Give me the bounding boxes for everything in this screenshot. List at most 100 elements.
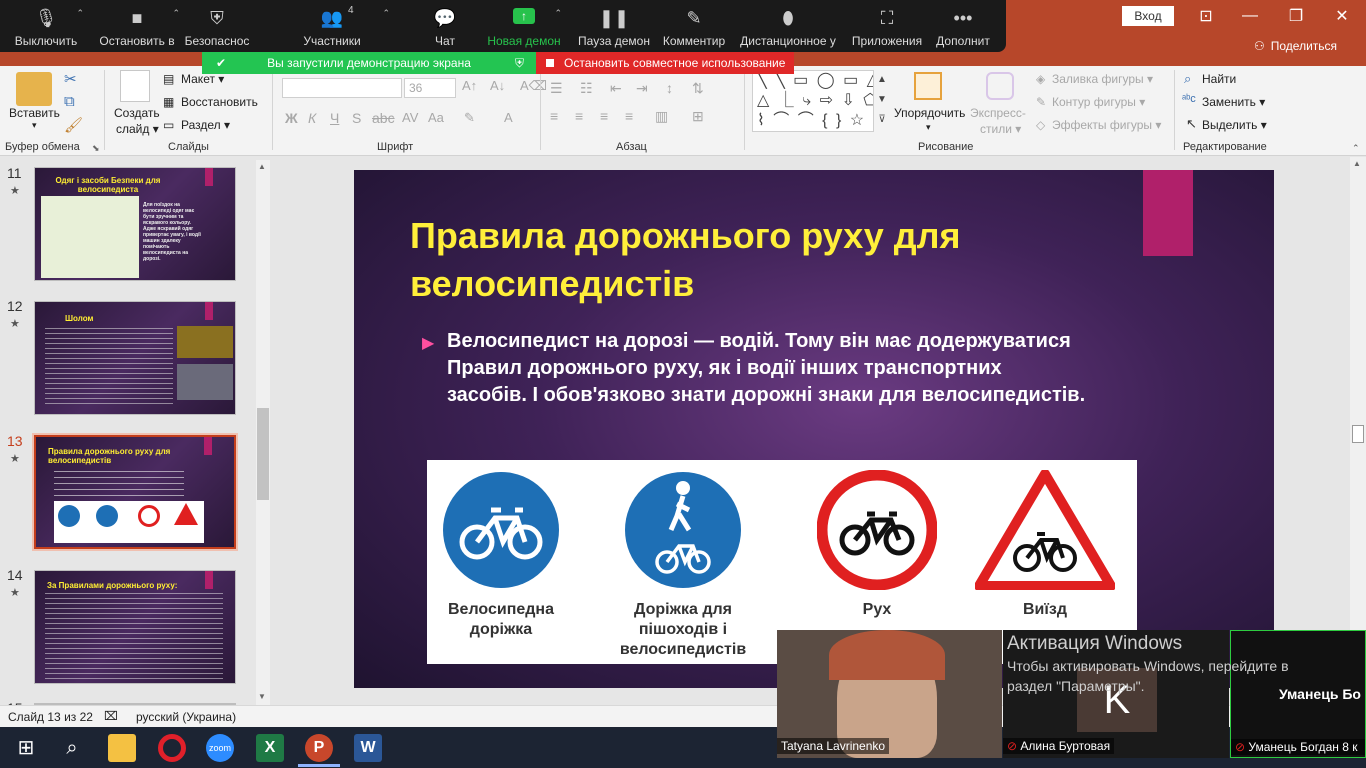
close-icon[interactable]: ✕ [1320,2,1364,30]
chevron-up-icon[interactable]: ⌃ [554,8,562,19]
new-slide-icon[interactable] [120,70,150,102]
chevron-up-icon[interactable]: ⌃ [382,8,390,19]
scroll-up-icon[interactable]: ▲ [258,162,266,171]
stop-video-button[interactable]: ■ ⌃ Остановить в [92,0,182,52]
excel-icon[interactable]: X [256,734,284,762]
scroll-thumb[interactable] [257,408,269,500]
change-case-icon[interactable]: Aa [428,110,444,125]
shape-effects-button[interactable]: Эффекты фигуры ▾ [1052,118,1161,132]
font-name-dropdown[interactable] [282,78,402,98]
char-spacing-icon[interactable]: AV [402,110,418,125]
format-painter-icon[interactable]: 🖌 [64,116,83,134]
copy-icon[interactable]: ⧉ [64,93,75,110]
slide-title[interactable]: Правила дорожнього руху для велосипедист… [410,212,1130,308]
paste-button[interactable]: Вставить [9,106,60,120]
slide-thumbnail-14[interactable]: За Правилами дорожнього руху: [34,570,236,684]
spellcheck-icon[interactable]: ⌧ [104,709,118,723]
new-slide-label[interactable]: слайд ▾ [116,122,159,136]
new-share-button[interactable]: ↑ ⌃ Новая демон [478,0,570,52]
line-spacing-icon[interactable]: ↕ [666,80,673,96]
scroll-down-icon[interactable]: ▼ [258,692,266,701]
decrease-indent-icon[interactable]: ⇤ [610,80,622,97]
arrange-icon[interactable] [914,72,942,100]
more-button[interactable]: ••• Дополнит [928,0,998,52]
shapes-gallery[interactable]: ╲ ╲ ▭ ◯ ▭ △ △ ⎿ ⤷ ⇨ ⇩ ⬠ ⌇ ⌒ ⌒ { } ☆ [752,70,890,132]
smartart-icon[interactable]: ⊞ [692,108,704,125]
numbering-icon[interactable]: ☷ [580,80,593,97]
minimize-icon[interactable]: — [1228,2,1272,30]
align-center-icon[interactable]: ≡ [575,108,583,124]
arrange-button[interactable]: Упорядочить [894,106,965,120]
new-slide-button[interactable]: Создать [114,106,160,120]
layout-button[interactable]: Макет ▾ [181,72,224,86]
select-button[interactable]: Выделить ▾ [1202,118,1267,132]
italic-icon[interactable]: К [308,110,316,126]
search-icon[interactable]: ⌕ [58,734,86,762]
quick-styles-button[interactable]: Экспресс- [970,106,1026,120]
font-size-dropdown[interactable]: 36 [404,78,456,98]
quick-styles-label[interactable]: стили ▾ [980,122,1021,136]
shape-outline-button[interactable]: Контур фигуры ▾ [1052,95,1145,109]
opera-icon[interactable] [158,734,186,762]
slide-thumbnail-12[interactable]: Шолом [34,301,236,415]
participants-button[interactable]: 👥 4 ⌃ Участники [252,0,412,52]
align-left-icon[interactable]: ≡ [550,108,558,124]
file-explorer-icon[interactable] [108,734,136,762]
thumbs-scrollbar[interactable]: ▲ ▼ [256,160,270,705]
quick-styles-icon[interactable] [986,72,1014,100]
bold-icon[interactable]: Ж [285,110,298,126]
slide-bullet-text[interactable]: Велосипедист на дорозі — водій. Тому він… [447,328,1087,409]
reset-button[interactable]: Восстановить [181,95,258,109]
chevron-up-icon[interactable]: ⌃ [172,8,180,19]
language-indicator[interactable]: русский (Украина) [136,710,236,724]
text-direction-icon[interactable]: ⇅ [692,80,704,97]
pin-icon[interactable]: ✔ [216,56,226,70]
zoom-app-icon[interactable]: zoom [206,734,234,762]
bullets-icon[interactable]: ☰ [550,80,563,97]
font-color-icon[interactable]: A [504,110,513,125]
slide-thumbnail-11[interactable]: Одяг і засоби Безпеки для велосипедиста … [34,167,236,281]
windows-start-icon[interactable]: ⊞ [12,734,40,762]
powerpoint-icon[interactable]: P [305,734,333,762]
mute-button[interactable]: 🎙 ⌃ Выключить [0,0,92,52]
pause-share-button[interactable]: ❚❚ Пауза демон [570,0,658,52]
shapes-gallery-scroll[interactable]: ▲ ▼ ⊽ [873,70,890,132]
find-button[interactable]: Найти [1202,72,1236,86]
scroll-up-icon[interactable]: ▲ [1353,159,1361,168]
underline-icon[interactable]: Ч [330,110,339,126]
chat-button[interactable]: 💬 Чат [412,0,478,52]
section-button[interactable]: Раздел ▾ [181,118,230,132]
chevron-down-icon[interactable]: ▾ [32,120,37,131]
highlight-icon[interactable]: ✎ [464,110,475,126]
login-button[interactable]: Вход [1122,6,1174,26]
shadow-icon[interactable]: S [352,110,361,126]
shape-fill-button[interactable]: Заливка фигуры ▾ [1052,72,1153,86]
collapse-ribbon-icon[interactable]: ⌃ [1352,143,1360,154]
video-tile-self[interactable]: Tatyana Lavrinenko [777,630,1002,758]
apps-button[interactable]: ⛶ Приложения [846,0,928,52]
chevron-up-icon[interactable]: ⌃ [76,8,84,19]
paste-icon[interactable] [16,72,52,106]
ribbon-display-icon[interactable]: ⊡ [1184,2,1228,30]
word-icon[interactable]: W [354,734,382,762]
maximize-icon[interactable]: ❐ [1274,2,1318,30]
align-right-icon[interactable]: ≡ [600,108,608,124]
replace-button[interactable]: Заменить ▾ [1202,95,1265,109]
cut-icon[interactable]: ✂ [64,70,77,88]
increase-font-icon[interactable]: A↑ [462,78,477,93]
chevron-down-icon[interactable]: ▾ [926,122,931,133]
security-button[interactable]: ⛨ Безопаснос [182,0,252,52]
clear-format-icon[interactable]: A⌫ [520,78,547,94]
stop-share-button[interactable]: Остановить совместное использование [536,52,794,74]
decrease-font-icon[interactable]: A↓ [490,78,505,93]
dialog-launcher-icon[interactable]: ⬊ [92,143,100,154]
strikethrough-icon[interactable]: abc [372,110,395,126]
remote-control-button[interactable]: ⬮ Дистанционное у [730,0,846,52]
columns-icon[interactable]: ▥ [655,108,668,125]
scroll-thumb[interactable] [1352,425,1364,443]
justify-icon[interactable]: ≡ [625,108,633,124]
slide-thumbnail-13[interactable]: Правила дорожнього руху для велосипедист… [32,433,238,551]
increase-indent-icon[interactable]: ⇥ [636,80,648,97]
slide-scrollbar[interactable]: ▲ [1350,157,1366,705]
share-button[interactable]: ⚇ Поделиться [1254,39,1337,53]
